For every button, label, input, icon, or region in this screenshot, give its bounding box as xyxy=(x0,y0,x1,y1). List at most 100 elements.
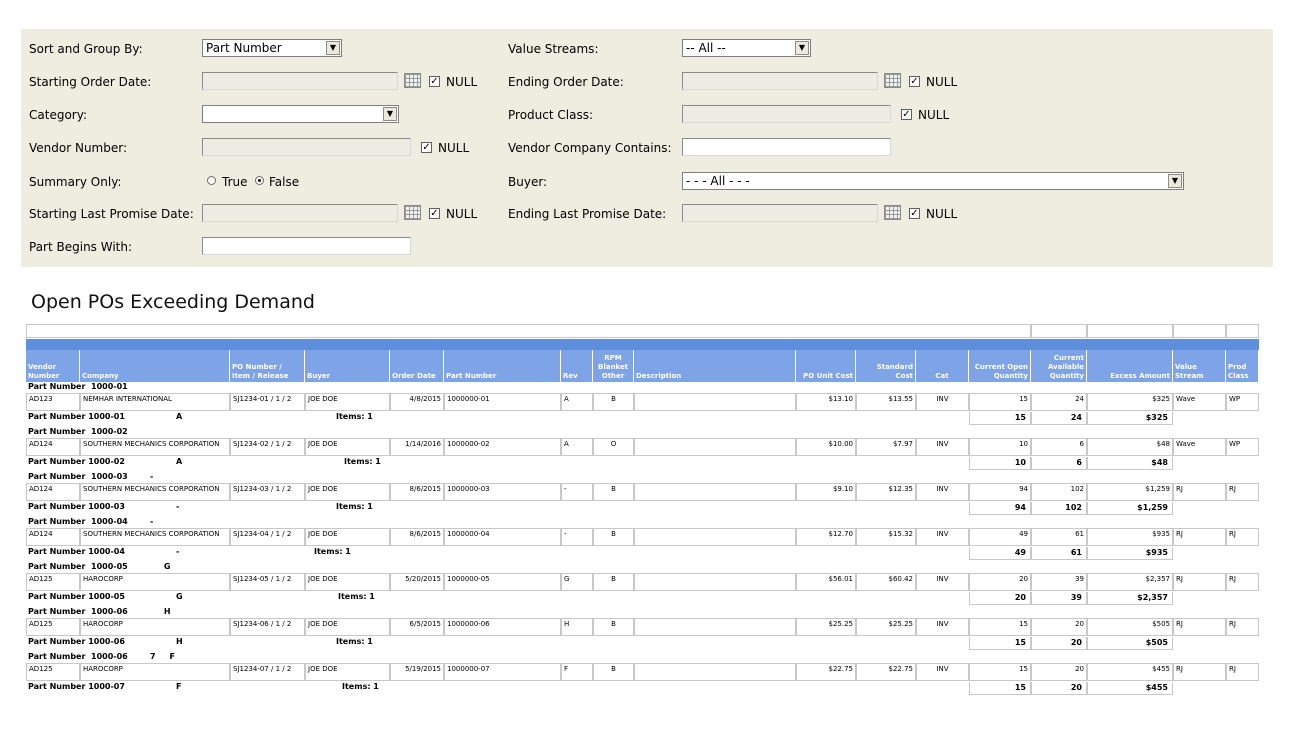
table-cell-po-unit-cost: $13.10 xyxy=(796,393,856,411)
group-footer-part: Part Number 1000-06 xyxy=(28,637,125,646)
table-cell-excess-amount: $325 xyxy=(1087,393,1173,411)
category-select[interactable]: ▼ xyxy=(202,105,399,123)
group-footer-part: Part Number 1000-04 xyxy=(28,547,125,556)
table-cell-open-qty: 94 xyxy=(969,483,1031,501)
calendar-icon[interactable] xyxy=(404,205,421,220)
table-cell-prod-class: RJ xyxy=(1226,573,1259,591)
table-cell-company: SOUTHERN MECHANICS CORPORATION xyxy=(80,438,230,456)
chevron-down-icon: ▼ xyxy=(326,41,340,55)
end-promise-date-input[interactable] xyxy=(682,204,878,222)
table-cell-avail-qty: 6 xyxy=(1031,438,1087,456)
summary-true-radio[interactable] xyxy=(207,176,216,185)
vendor-number-input[interactable] xyxy=(202,138,411,156)
table-cell-excess-amount: $1,259 xyxy=(1087,483,1173,501)
calendar-icon[interactable] xyxy=(884,205,901,220)
column-header-prod-class[interactable]: Prod Class xyxy=(1226,350,1259,382)
column-header-label: Company xyxy=(82,372,119,380)
column-header-label: Rev xyxy=(563,372,578,380)
null-label: NULL xyxy=(926,75,958,89)
column-header-part-number[interactable]: Part Number xyxy=(444,350,561,382)
start-promise-date-input[interactable] xyxy=(202,204,398,222)
header-spacer-box xyxy=(1031,324,1087,338)
table-cell-open-qty: 15 xyxy=(969,393,1031,411)
table-cell-vendor-number: AD123 xyxy=(26,393,80,411)
sum-open-qty: 15 xyxy=(969,637,1031,650)
group-footer-rev: - xyxy=(176,547,180,556)
table-cell-cat: INV xyxy=(916,528,969,546)
vendor-number-null-checkbox[interactable]: ✓ xyxy=(421,142,432,153)
table-cell-buyer: JOE DOE xyxy=(305,618,390,636)
table-cell-buyer: JOE DOE xyxy=(305,438,390,456)
column-header-company[interactable]: Company xyxy=(80,350,230,382)
sum-avail-qty: 6 xyxy=(1031,457,1087,470)
column-header-label: Part Number xyxy=(446,372,497,380)
table-cell-rpm-blanket: B xyxy=(593,663,634,681)
table-cell-standard-cost: $25.25 xyxy=(856,618,916,636)
product-class-null-checkbox[interactable]: ✓ xyxy=(901,109,912,120)
table-cell-po-number: SJ1234-01 / 1 / 2 xyxy=(230,393,305,411)
column-header-label: PO Unit Cost xyxy=(803,372,853,380)
part-begins-label: Part Begins With: xyxy=(29,240,133,254)
table-cell-excess-amount: $935 xyxy=(1087,528,1173,546)
product-class-input[interactable] xyxy=(682,105,891,123)
null-label: NULL xyxy=(926,207,958,221)
table-cell-buyer: JOE DOE xyxy=(305,483,390,501)
sort-group-select[interactable]: Part Number ▼ xyxy=(202,39,342,57)
column-header-label: Prod Class xyxy=(1228,363,1249,380)
table-cell-vendor-number: AD125 xyxy=(26,573,80,591)
column-header-vendor-number[interactable]: Vendor Number xyxy=(26,350,80,382)
group-footer-items: Items: 1 xyxy=(342,682,379,691)
sum-open-qty: 49 xyxy=(969,547,1031,560)
table-cell-cat: INV xyxy=(916,393,969,411)
column-header-value-stream[interactable]: Value Stream xyxy=(1173,350,1226,382)
table-cell-rpm-blanket: B xyxy=(593,528,634,546)
part-begins-input[interactable] xyxy=(202,237,411,255)
column-header-rpm-blanket[interactable]: RPM Blanket Other xyxy=(593,350,634,382)
table-cell-buyer: JOE DOE xyxy=(305,393,390,411)
end-order-date-input[interactable] xyxy=(682,72,878,90)
buyer-select[interactable]: - - - All - - - ▼ xyxy=(682,172,1184,190)
column-header-cat[interactable]: Cat xyxy=(916,350,969,382)
group-footer-items: Items: 1 xyxy=(344,457,381,466)
column-header-po-number[interactable]: PO Number / Item / Release xyxy=(230,350,305,382)
column-header-open-qty[interactable]: Current Open Quantity xyxy=(969,350,1031,382)
start-order-date-input[interactable] xyxy=(202,72,398,90)
header-spacer-box xyxy=(1087,324,1173,338)
table-cell-description xyxy=(634,573,796,591)
column-header-order-date[interactable]: Order Date xyxy=(390,350,444,382)
start-promise-null-checkbox[interactable]: ✓ xyxy=(429,208,440,219)
table-cell-avail-qty: 39 xyxy=(1031,573,1087,591)
table-cell-avail-qty: 20 xyxy=(1031,618,1087,636)
column-header-buyer[interactable]: Buyer xyxy=(305,350,390,382)
table-cell-vendor-number: AD124 xyxy=(26,438,80,456)
table-cell-po-unit-cost: $22.75 xyxy=(796,663,856,681)
column-header-po-unit-cost[interactable]: PO Unit Cost xyxy=(796,350,856,382)
end-promise-null-checkbox[interactable]: ✓ xyxy=(909,208,920,219)
table-cell-standard-cost: $60.42 xyxy=(856,573,916,591)
column-header-label: Description xyxy=(636,372,682,380)
column-header-standard-cost[interactable]: Standard Cost xyxy=(856,350,916,382)
column-header-rev[interactable]: Rev xyxy=(561,350,593,382)
vendor-company-input[interactable] xyxy=(682,138,891,156)
column-header-avail-qty[interactable]: Current Available Quantity xyxy=(1031,350,1087,382)
sum-excess-amount: $1,259 xyxy=(1087,502,1173,515)
table-cell-order-date: 4/8/2015 xyxy=(390,393,444,411)
table-cell-po-number: SJ1234-04 / 1 / 2 xyxy=(230,528,305,546)
calendar-icon[interactable] xyxy=(884,73,901,88)
start-order-null-checkbox[interactable]: ✓ xyxy=(429,76,440,87)
table-cell-rev: A xyxy=(561,393,593,411)
table-cell-standard-cost: $15.32 xyxy=(856,528,916,546)
column-header-description[interactable]: Description xyxy=(634,350,796,382)
table-cell-rev: A xyxy=(561,438,593,456)
table-cell-value-stream: Wave xyxy=(1173,393,1226,411)
end-order-null-checkbox[interactable]: ✓ xyxy=(909,76,920,87)
column-header-label: Current Available Quantity xyxy=(1047,354,1084,380)
group-footer-items: Items: 1 xyxy=(336,637,373,646)
sum-excess-amount: $2,357 xyxy=(1087,592,1173,605)
summary-false-radio[interactable] xyxy=(255,176,264,185)
column-header-excess-amount[interactable]: Excess Amount xyxy=(1087,350,1173,382)
value-streams-select[interactable]: -- All -- ▼ xyxy=(682,39,811,57)
group-footer-rev: F xyxy=(176,682,182,691)
calendar-icon[interactable] xyxy=(404,73,421,88)
group-footer-items: Items: 1 xyxy=(336,502,373,511)
